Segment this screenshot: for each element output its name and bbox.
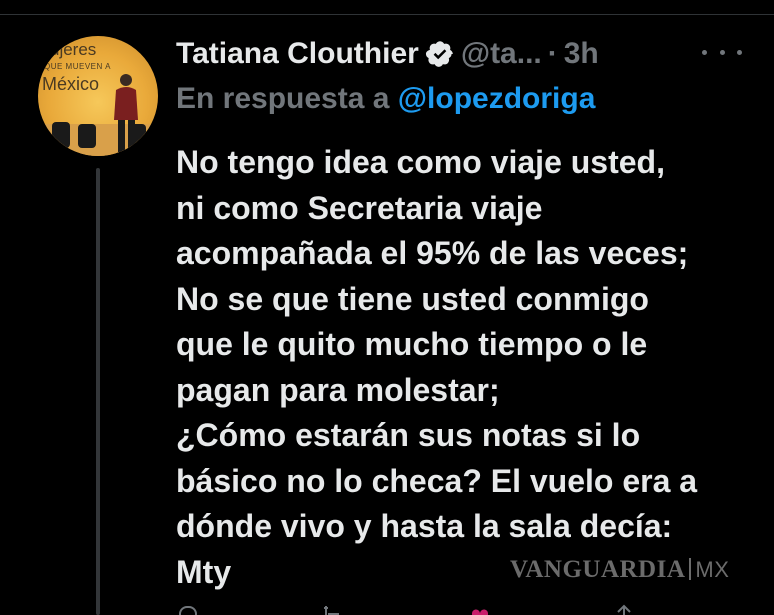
tweet-text-line: No se que tiene usted conmigo — [176, 280, 649, 317]
tweet-text-line: ni como Secretaria viaje — [176, 189, 543, 226]
avatar-photo-figure — [38, 74, 158, 156]
more-dot — [702, 49, 707, 55]
reply-icon[interactable] — [176, 604, 200, 615]
watermark-logo: VANGUARDIA MX — [510, 556, 729, 584]
watermark-separator — [689, 558, 692, 580]
share-icon[interactable] — [612, 604, 636, 615]
tweet-text-line: básico no lo checa? El vuelo era a — [176, 462, 698, 499]
tweet-timestamp[interactable]: 3h — [564, 37, 599, 71]
watermark-suffix: MX — [695, 557, 730, 582]
tweet-text-line: acompañada el 95% de las veces; — [176, 235, 689, 271]
avatar[interactable]: ujeres QUE MUEVEN A México — [38, 36, 158, 156]
retweet-icon[interactable] — [320, 604, 344, 615]
tweet-header: Tatiana Clouthier @ta... · 3h — [176, 34, 599, 74]
tweet-text-line: pagan para molestar; — [176, 371, 500, 408]
reply-context: En respuesta a @lopezdoriga — [176, 82, 595, 116]
tweet-text-line: ¿Cómo estarán sus notas si lo — [176, 417, 641, 453]
reply-mention-link[interactable]: @lopezdoriga — [398, 82, 596, 115]
watermark-brand: VANGUARDIA — [510, 556, 686, 583]
like-icon[interactable] — [468, 604, 492, 615]
tweet-actions — [176, 604, 656, 615]
separator-dot: · — [547, 37, 558, 70]
tweet-text-line: No tengo idea como viaje usted, — [176, 144, 665, 180]
more-icon[interactable] — [702, 42, 742, 62]
tweet-text-line: dónde vivo y hasta la sala decía: — [176, 508, 673, 544]
author-name[interactable]: Tatiana Clouthier — [176, 37, 419, 71]
tweet-text-line: que le quito mucho tiempo o le — [176, 326, 648, 362]
reply-prefix: En respuesta a — [176, 82, 390, 115]
author-handle[interactable]: @ta... — [461, 37, 542, 71]
more-dot — [737, 49, 742, 55]
verified-icon — [425, 39, 455, 69]
thread-connector-line — [96, 168, 100, 615]
tweet-text: No tengo idea como viaje usted, ni como … — [176, 140, 766, 595]
more-dot — [719, 49, 725, 55]
top-divider — [0, 0, 774, 15]
